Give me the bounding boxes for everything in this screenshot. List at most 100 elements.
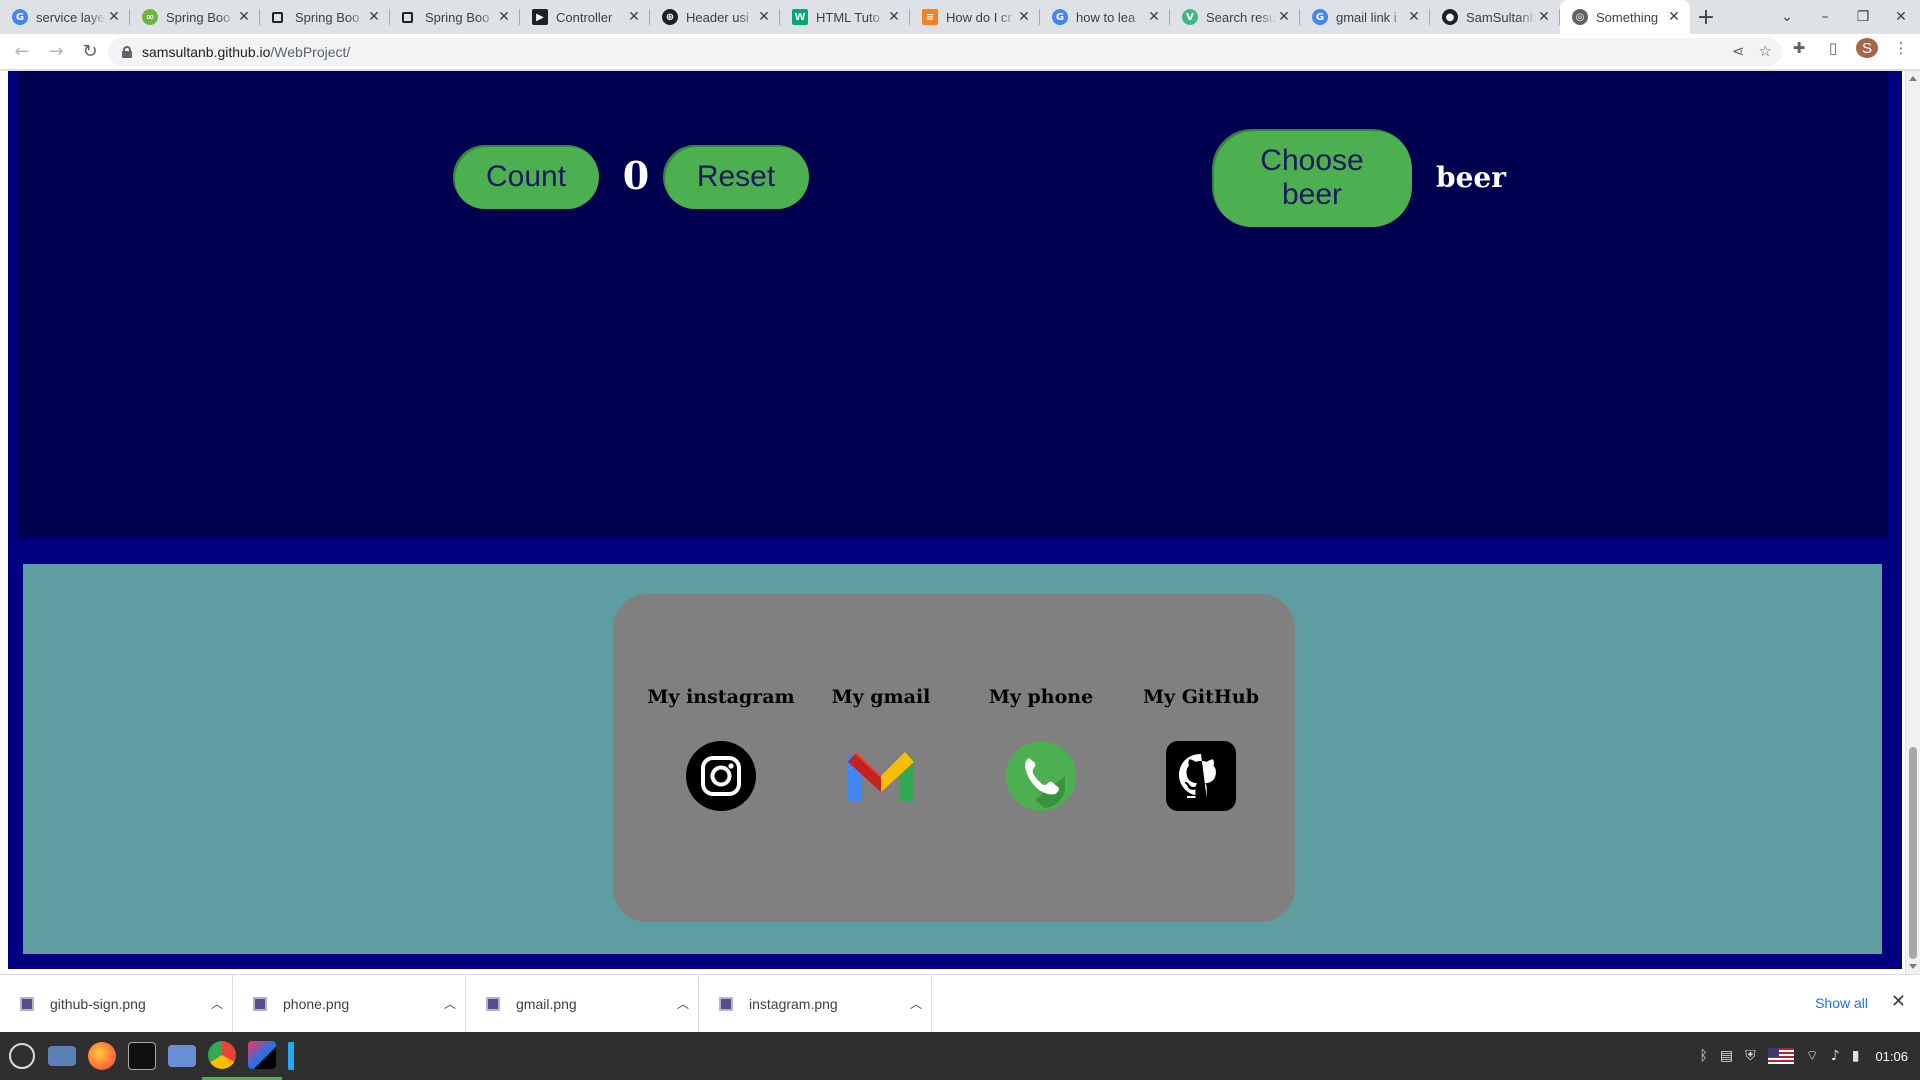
close-icon[interactable]: ✕ [106,9,122,25]
clipboard-icon[interactable]: ▤ [1720,1048,1733,1064]
chevron-up-icon[interactable]: ︿ [901,995,931,1012]
close-icon[interactable]: ✕ [1406,9,1422,25]
contact-gmail: My gmail [801,686,961,812]
tab-title: Spring Boo [295,9,360,25]
counter-value: 0 [622,153,650,198]
keyboard-layout-flag-icon[interactable] [1767,1048,1794,1064]
avatar[interactable]: S [1856,38,1878,58]
download-filename: github-sign.png [50,995,146,1012]
close-icon[interactable]: ✕ [1891,991,1906,1012]
tab[interactable]: Gservice laye ✕ [0,0,130,34]
new-tab-button[interactable]: + [1690,0,1722,34]
chevron-up-icon[interactable]: ︿ [668,995,698,1012]
download-item[interactable]: instagram.png ︿ [699,974,932,1033]
close-icon[interactable]: ✕ [366,9,382,25]
reset-button[interactable]: Reset [663,145,809,209]
count-button[interactable]: Count [453,145,599,209]
close-icon[interactable]: ✕ [1146,9,1162,25]
download-filename: phone.png [283,995,350,1012]
intellij-icon[interactable] [242,1032,282,1080]
address-bar[interactable]: samsultanb.github.io/WebProject/ ⋖ ☆ [108,38,1782,66]
footer: My instagram My gmail My phone My GitHub [23,564,1882,954]
chrome-icon[interactable] [202,1032,242,1080]
close-icon[interactable]: ✕ [756,9,772,25]
github-icon[interactable] [1165,740,1237,812]
instagram-icon[interactable] [685,740,757,812]
tab[interactable]: Ggmail link i ✕ [1300,0,1430,34]
close-icon[interactable]: ✕ [496,9,512,25]
image-file-icon [253,996,267,1011]
url-path: /WebProject/ [270,44,351,60]
download-item[interactable]: phone.png ︿ [233,974,466,1033]
contact-instagram: My instagram [641,686,801,812]
terminal-icon[interactable] [122,1032,162,1080]
close-icon[interactable]: ✕ [236,9,252,25]
close-icon[interactable]: ✕ [1666,9,1682,25]
extensions-icon[interactable]: ✚ [1788,39,1810,57]
close-icon[interactable]: ✕ [1016,9,1032,25]
close-icon[interactable]: ✕ [1276,9,1292,25]
reload-button[interactable]: ↻ [74,36,106,68]
tab[interactable]: W HTML Tuto ✕ [780,0,910,34]
url-host: samsultanb.github.io [142,44,271,60]
page-scrollbar[interactable] [1905,71,1920,974]
chevron-up-icon[interactable]: ︿ [202,995,232,1012]
shield-icon[interactable]: ⛨ [1745,1048,1756,1064]
contact-label: My GitHub [1143,686,1259,708]
download-item[interactable]: github-sign.png ︿ [0,974,233,1033]
tab[interactable]: Spring Boo ✕ [390,0,520,34]
show-all-link[interactable]: Show all [1815,995,1868,1011]
close-icon[interactable]: ✕ [1536,9,1552,25]
tab-title: Something [1596,9,1659,25]
tab[interactable]: ● SamSultanb ✕ [1430,0,1560,34]
close-icon[interactable]: ✕ [626,9,642,25]
choose-beer-button[interactable]: Choose beer [1212,129,1412,227]
minimize-button[interactable]: – [1806,9,1844,25]
contact-list: My instagram My gmail My phone My GitHub [641,686,1281,812]
image-file-icon [20,996,34,1011]
tab-title: Search resu [1206,9,1276,25]
tab[interactable]: ▶ Controller ✕ [520,0,650,34]
forward-button[interactable]: → [40,36,72,68]
scroll-down-arrow[interactable] [1909,964,1917,969]
menu-icon[interactable]: ⋮ [1890,39,1912,57]
url-text: samsultanb.github.io/WebProject/ [142,44,350,60]
contact-label: My phone [988,686,1094,708]
tab-active[interactable]: ◎ Something ✕ [1560,0,1690,34]
restore-button[interactable]: ❐ [1844,9,1882,25]
wifi-icon[interactable]: ⌔ [1806,1047,1819,1065]
show-desktop-icon[interactable] [42,1032,82,1080]
vscode-icon[interactable] [282,1032,322,1080]
image-file-icon [719,996,733,1011]
files-icon[interactable] [162,1032,202,1080]
scroll-up-arrow[interactable] [1909,76,1917,81]
tab[interactable]: ∞ Spring Boo ✕ [130,0,260,34]
battery-icon[interactable]: ▮ [1852,1048,1860,1064]
lock-icon [122,46,132,58]
firefox-icon[interactable] [82,1032,122,1080]
bookmark-star-icon[interactable]: ☆ [1759,42,1772,60]
google-icon: G [1052,9,1068,25]
share-icon[interactable]: ⋖ [1732,42,1745,60]
tab[interactable]: ⊕ Header usi ✕ [650,0,780,34]
bluetooth-icon[interactable]: ᛒ [1699,1048,1707,1064]
mint-menu-icon[interactable] [2,1032,42,1080]
gmail-icon[interactable] [845,740,917,812]
tab-search-icon[interactable]: ⌄ [1768,9,1806,25]
tab[interactable]: V Search resu ✕ [1170,0,1300,34]
tab-title: service laye [36,9,105,25]
tab[interactable]: Spring Boo ✕ [260,0,390,34]
tab[interactable]: ≡ How do I cr ✕ [910,0,1040,34]
chevron-up-icon[interactable]: ︿ [435,995,465,1012]
scroll-thumb[interactable] [1909,747,1917,959]
chrome-icon: ⊕ [662,9,678,25]
download-item[interactable]: gmail.png ︿ [466,974,699,1033]
back-button[interactable]: ← [6,36,38,68]
clock[interactable]: 01:06 [1875,1049,1908,1064]
close-window-button[interactable]: ✕ [1882,9,1920,25]
phone-icon[interactable] [1005,740,1077,812]
sound-icon[interactable]: ♪ [1831,1048,1840,1064]
tab[interactable]: Ghow to lea ✕ [1040,0,1170,34]
close-icon[interactable]: ✕ [886,9,902,25]
side-panel-icon[interactable]: ▯ [1822,39,1844,57]
